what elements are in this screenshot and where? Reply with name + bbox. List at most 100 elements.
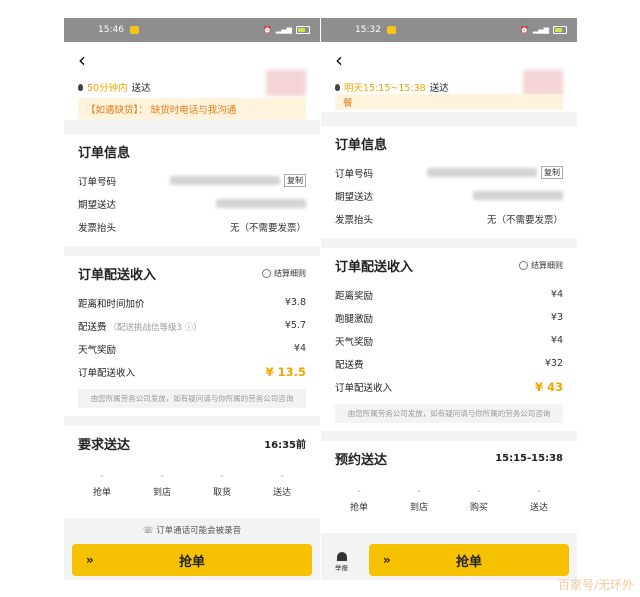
settlement-rules-link[interactable]: 结算细则 [262, 268, 306, 279]
alarm-icon: ⏰ [520, 26, 529, 34]
blurred-expected-time [473, 191, 563, 200]
battery-icon [553, 26, 567, 34]
income-row: 天气奖励 ¥4 [78, 337, 306, 360]
income-row: 跑腿激励 ¥3 [335, 306, 563, 329]
require-title: 要求送达 [78, 438, 131, 453]
income-note: 由您所属劳务公司发放，如有疑问请与你所属的劳务公司咨询 [335, 404, 563, 423]
income-item-label: 天气奖励 [335, 336, 374, 348]
copy-button[interactable]: 复制 [284, 174, 306, 187]
blurred-order-number [427, 168, 537, 177]
income-total-label: 订单配送收入 [78, 367, 136, 379]
location-pin-icon [335, 83, 340, 91]
alarm-icon: ⏰ [263, 26, 272, 34]
back-arrow-icon[interactable]: ‹ [78, 50, 86, 70]
order-info-card: 订单信息 订单号码 复制 期望送达 发票抬头 无（不需要发票） [64, 134, 320, 246]
status-time: 15:46 [98, 25, 124, 35]
income-item-value: ¥3 [550, 312, 563, 323]
invoice-value: 无（不需要发票） [486, 214, 563, 226]
expected-delivery-label: 期望送达 [335, 191, 374, 203]
delivery-requirement-card: 预约送达 15:15-15:38 - 抢单 - 到店 - 购买 - 送达 [321, 441, 577, 533]
app-notification-icon [386, 26, 396, 34]
step-label: 购买 [469, 503, 488, 513]
expected-delivery-label: 期望送达 [78, 199, 117, 211]
step-label: 到店 [409, 503, 428, 513]
income-item-value: ¥4 [293, 343, 306, 354]
out-of-stock-notice: 餐 [335, 94, 563, 110]
delivery-time: 50分钟内 送达 [78, 80, 151, 94]
order-number-row: 订单号码 复制 [335, 161, 563, 184]
report-label: 举报 [335, 564, 348, 572]
income-card: 订单配送收入 结算细则 距离和时间加价 ¥3.8 配送费 （配送挑战信等级3 ⓘ）… [64, 256, 320, 416]
invoice-value: 无（不需要发票） [229, 222, 306, 234]
copy-button[interactable]: 复制 [541, 166, 563, 179]
progress-steps: - 抢单 - 到店 - 取货 - 送达 [78, 471, 306, 498]
income-title: 订单配送收入 [335, 260, 414, 275]
settlement-rules-link[interactable]: 结算细则 [519, 260, 563, 271]
income-item-label: 跑腿激励 [335, 313, 374, 325]
grab-order-button[interactable]: » 抢单 [369, 544, 569, 576]
watermark: 百家号/无环外 [557, 578, 634, 592]
delivery-requirement-card: 要求送达 16:35前 - 抢单 - 到店 - 取货 - 送达 [64, 426, 320, 518]
step-label: 送达 [272, 488, 291, 498]
income-title: 订单配送收入 [78, 268, 157, 283]
step-label: 送达 [529, 503, 548, 513]
income-total-row: 订单配送收入 ¥ 13.5 [78, 360, 306, 383]
settlement-rules-label: 结算细则 [274, 269, 306, 278]
income-row: 配送费 （配送挑战信等级3 ⓘ） ¥5.7 [78, 314, 306, 337]
progress-steps: - 抢单 - 到店 - 购买 - 送达 [335, 486, 563, 513]
invoice-row: 发票抬头 无（不需要发票） [335, 207, 563, 230]
income-card: 订单配送收入 结算细则 距离奖励 ¥4 跑腿激励 ¥3 天气奖励 ¥4 配送费 … [321, 248, 577, 431]
step-label: 抢单 [92, 488, 111, 498]
income-row: 距离奖励 ¥4 [335, 283, 563, 306]
out-of-stock-notice: 【如遇缺货】： 缺货时电话与我沟通 [78, 98, 306, 120]
income-item-label: 天气奖励 [78, 344, 117, 356]
step-item: - 购买 [469, 486, 488, 513]
delivery-suffix: 送达 [131, 83, 151, 94]
order-info-card: 订单信息 订单号码 复制 期望送达 发票抬头 无（不需要发票） [321, 126, 577, 238]
record-notice: ☏ 订单通话可能会被录音 [64, 524, 320, 536]
income-item-label: 距离奖励 [335, 290, 374, 302]
step-item: - 送达 [529, 486, 548, 513]
settlement-rules-label: 结算细则 [531, 261, 563, 270]
income-note: 由您所属劳务公司发放，如有疑问请与你所属的劳务公司咨询 [78, 389, 306, 408]
order-number-row: 订单号码 复制 [78, 169, 306, 192]
battery-icon [296, 26, 310, 34]
income-item-sub: （配送挑战信等级3 ⓘ） [108, 322, 202, 333]
phone-icon: ☏ [142, 526, 154, 536]
status-bar: 15:32 ⏰ ▂▄▆ [321, 18, 577, 42]
blurred-order-number [170, 176, 280, 185]
status-bar: 15:46 ⏰ ▂▄▆ [64, 18, 320, 42]
info-icon [519, 261, 528, 270]
delivery-eta: 50分钟内 [87, 83, 128, 94]
delivery-time: 明天15:15~15:38 送达 [335, 80, 449, 94]
step-item: - 取货 [212, 471, 231, 498]
order-header: ‹ 50分钟内 送达 【如遇缺货】： 缺货时电话与我沟通 [64, 42, 320, 120]
report-button[interactable]: 举报 [335, 552, 348, 572]
step-label: 到店 [152, 488, 171, 498]
alarm-bell-icon [336, 552, 347, 561]
blurred-expected-time [216, 199, 306, 208]
order-header: ‹ 明天15:15~15:38 送达 餐 [321, 42, 577, 112]
double-chevron-icon: » [86, 553, 94, 567]
income-item-label: 距离和时间加价 [78, 298, 145, 310]
grab-order-button[interactable]: » 抢单 [72, 544, 312, 576]
income-total-value: ¥ 13.5 [265, 364, 306, 379]
order-info-title: 订单信息 [78, 146, 131, 161]
income-row: 距离和时间加价 ¥3.8 [78, 291, 306, 314]
status-icons: ⏰ ▂▄▆ [263, 26, 310, 34]
order-number-label: 订单号码 [335, 168, 374, 180]
grab-order-label: 抢单 [455, 554, 482, 570]
delivery-eta: 明天15:15~15:38 [344, 83, 426, 94]
step-item: - 抢单 [92, 471, 111, 498]
income-item-label: 配送费 [78, 321, 107, 333]
step-item: - 送达 [272, 471, 291, 498]
expected-delivery-row: 期望送达 [335, 184, 563, 207]
income-item-value: ¥5.7 [284, 320, 306, 331]
income-total-row: 订单配送收入 ¥ 43 [335, 375, 563, 398]
invoice-label: 发票抬头 [335, 214, 374, 226]
back-arrow-icon[interactable]: ‹ [335, 50, 343, 70]
grab-order-label: 抢单 [178, 554, 205, 570]
double-chevron-icon: » [383, 553, 391, 567]
record-notice-text: 订单通话可能会被录音 [156, 526, 242, 536]
signal-icon: ▂▄▆ [532, 26, 549, 34]
